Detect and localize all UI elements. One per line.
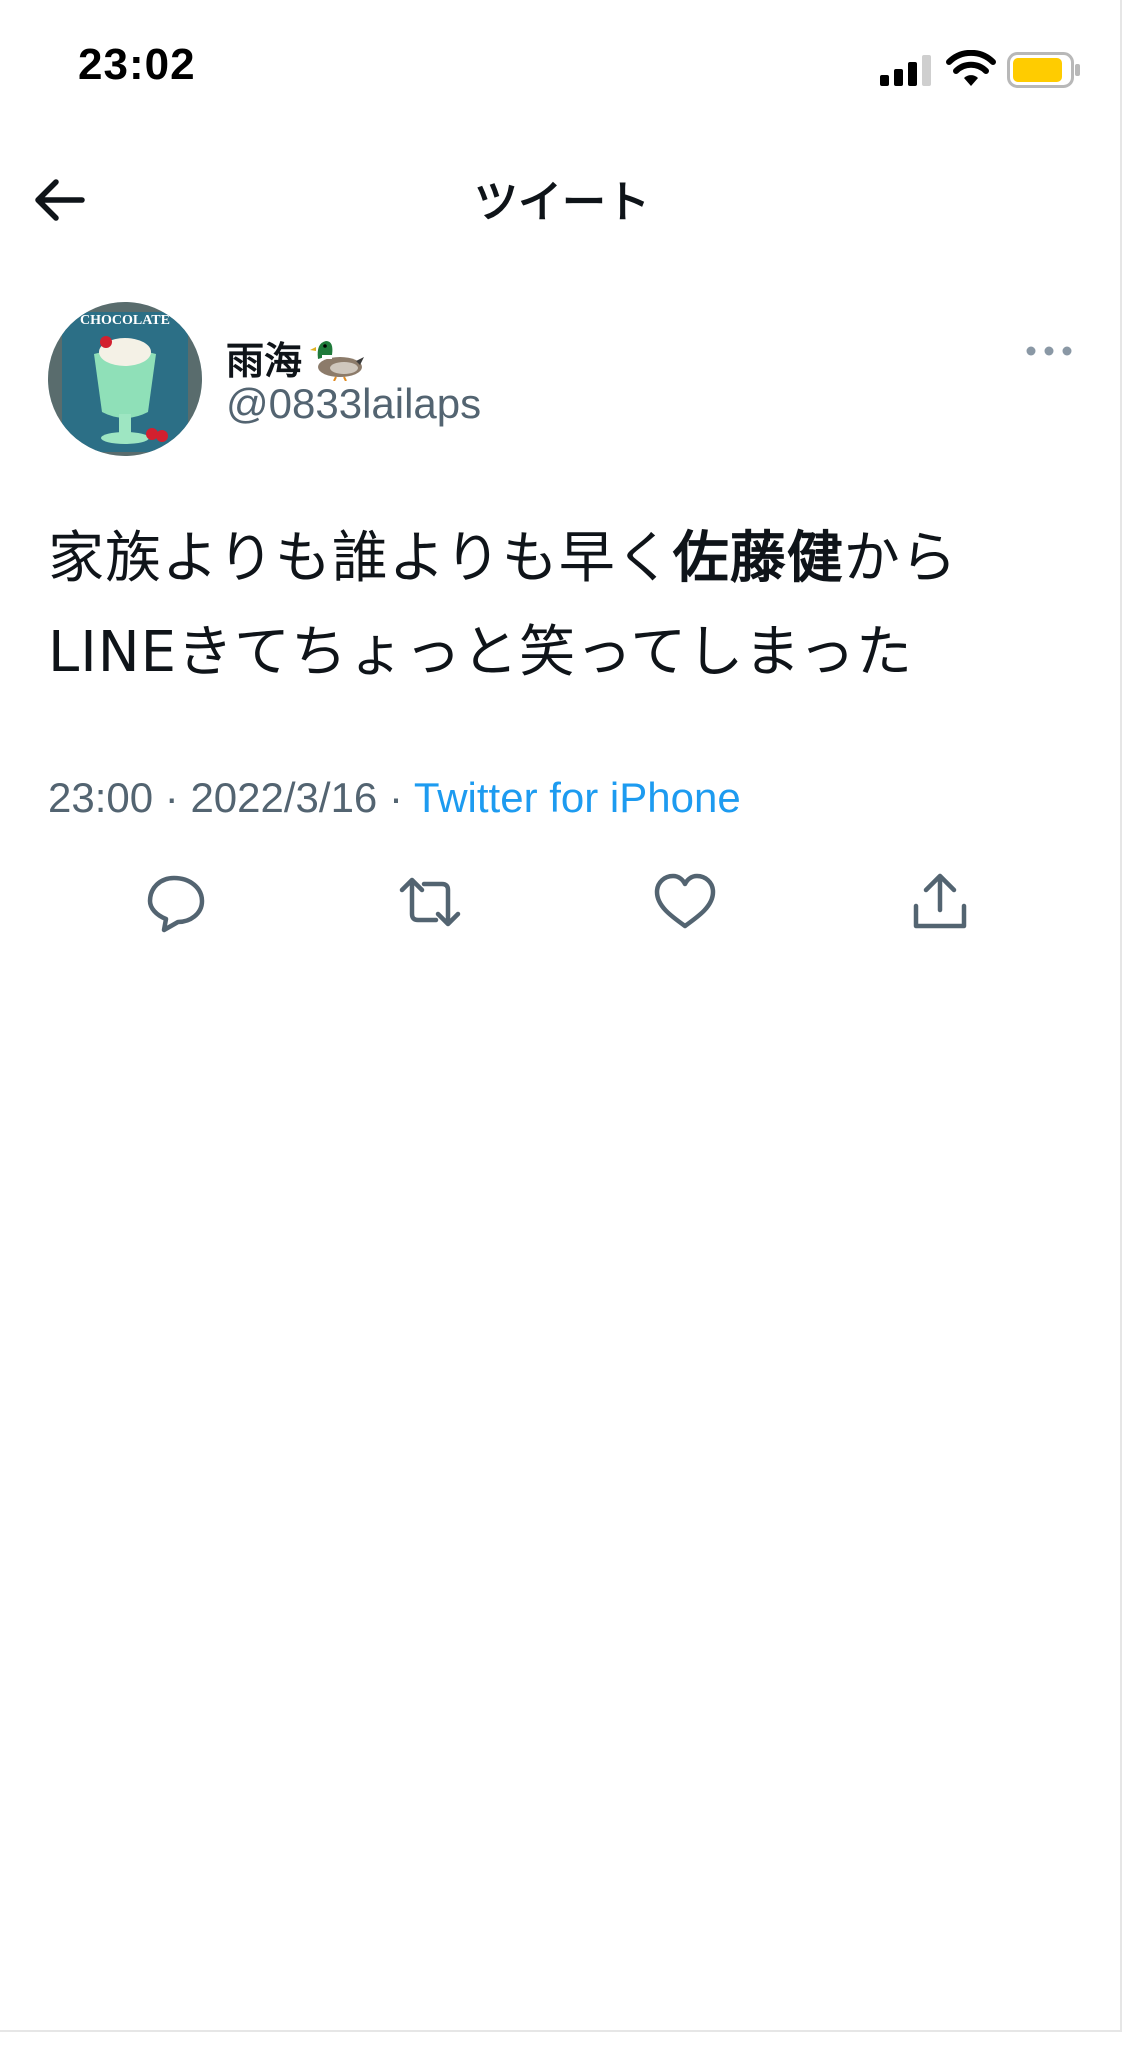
share-button[interactable] (900, 866, 980, 938)
reply-icon (147, 875, 205, 933)
like-button[interactable] (645, 866, 725, 938)
tweet-text-bold: 佐藤健 (672, 526, 844, 591)
tweet-text-line-1: 家族よりも誰よりも早く佐藤健から (48, 512, 1088, 606)
more-horizontal-icon (1026, 346, 1072, 356)
status-time: 23:02 (78, 40, 196, 89)
share-icon (913, 873, 967, 929)
avatar[interactable]: CHOCOLATE (48, 302, 202, 456)
retweet-button[interactable] (390, 866, 470, 938)
meta-separator: · (377, 774, 414, 821)
tweet-meta: 23:00 · 2022/3/16 · Twitter for iPhone (48, 774, 741, 822)
tweet-text-line-2: LINEきてちょっと笑ってしまった (48, 620, 913, 685)
heart-icon (654, 873, 716, 929)
retweet-icon (399, 877, 461, 927)
tweet-source-link[interactable]: Twitter for iPhone (414, 774, 741, 821)
wifi-icon (946, 50, 996, 86)
tweet-time: 23:00 (48, 774, 154, 821)
reply-button[interactable] (136, 866, 216, 938)
display-name-text: 雨海 (226, 339, 303, 383)
meta-separator: · (153, 774, 191, 821)
tweet-text-segment: 家族よりも誰よりも早く (48, 526, 673, 591)
duck-icon (310, 340, 365, 381)
avatar-text: CHOCOLATE (80, 313, 170, 328)
cellular-signal-icon (880, 54, 932, 86)
battery-icon (1007, 52, 1080, 88)
more-button[interactable] (1024, 338, 1074, 364)
tweet-text: 家族よりも誰よりも早く佐藤健から LINEきてちょっと笑ってしまった (48, 512, 1088, 700)
author-handle[interactable]: @0833lailaps (226, 380, 481, 428)
tweet-text-segment: から (843, 526, 958, 591)
tweet-date[interactable]: 2022/3/16 (190, 774, 377, 821)
author-display-name[interactable]: 雨海 (226, 330, 366, 385)
screen-frame (0, 0, 1122, 2032)
page-title: ツイート (474, 177, 650, 228)
